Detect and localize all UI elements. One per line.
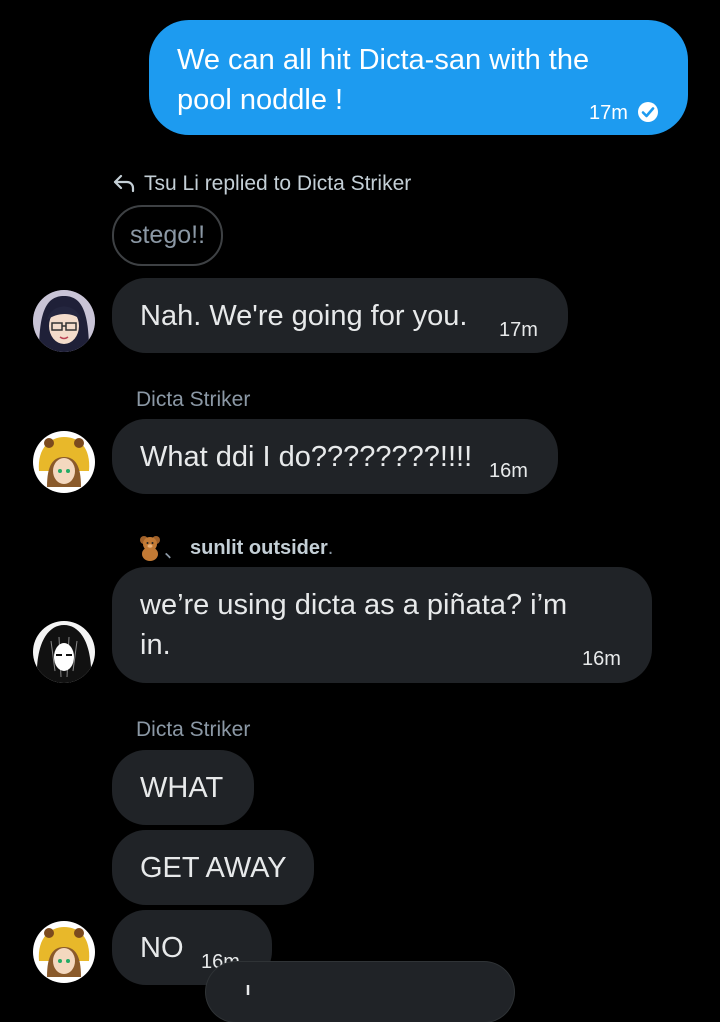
message-text: WHAT: [140, 772, 224, 804]
avatar-dicta-striker[interactable]: [33, 921, 95, 983]
message-text-line-2: pool noddle !: [177, 84, 344, 116]
message-timestamp: 16m: [489, 460, 528, 482]
reply-arrow-icon: [112, 173, 138, 195]
message-bubble-sunlit[interactable]: we’re using dicta as a piñata? i’m in. 1…: [112, 567, 652, 683]
message-text-line-1: We can all hit Dicta-san with the: [177, 44, 590, 76]
sender-separator: 、: [164, 539, 184, 562]
sender-name: sunlit outsider: [190, 536, 328, 559]
sent-check-icon: [637, 94, 659, 122]
message-bubble-what[interactable]: WHAT: [112, 750, 254, 825]
new-messages-pill[interactable]: [206, 962, 514, 1022]
message-timestamp: 17m: [499, 319, 538, 341]
sender-suffix: .: [327, 536, 334, 559]
sender-row: 、 sunlit outsider .: [138, 533, 333, 563]
message-bubble-dicta[interactable]: What ddi I do????????!!!! 16m: [112, 419, 558, 494]
message-text: Nah. We're going for you.: [140, 300, 468, 332]
reply-header: Tsu Li replied to Dicta Striker: [112, 170, 411, 198]
message-text-line-1: we’re using dicta as a piñata? i’m: [140, 589, 568, 621]
message-text: What ddi I do????????!!!!: [140, 441, 473, 473]
reply-header-text: Tsu Li replied to Dicta Striker: [144, 172, 412, 195]
message-timestamp: 17m: [589, 102, 628, 124]
avatar-dicta-striker[interactable]: [33, 431, 95, 493]
message-text: GET AWAY: [140, 852, 287, 884]
sender-name: Dicta Striker: [136, 388, 251, 411]
avatar-sunlit-outsider[interactable]: [33, 621, 95, 683]
my-message-bubble[interactable]: We can all hit Dicta-san with the pool n…: [149, 20, 688, 135]
message-bubble-tsu-li[interactable]: Nah. We're going for you. 17m: [112, 278, 568, 353]
quoted-message[interactable]: stego!!: [112, 205, 223, 266]
message-timestamp: 16m: [582, 648, 621, 670]
message-bubble-get-away[interactable]: GET AWAY: [112, 830, 314, 905]
sender-name: Dicta Striker: [136, 718, 251, 741]
arrow-down-icon: [238, 982, 258, 995]
avatar-tsu-li[interactable]: [33, 290, 95, 352]
message-text-line-2: in.: [140, 629, 171, 661]
message-text: NO: [140, 932, 184, 964]
teddy-bear-icon: [138, 535, 162, 561]
